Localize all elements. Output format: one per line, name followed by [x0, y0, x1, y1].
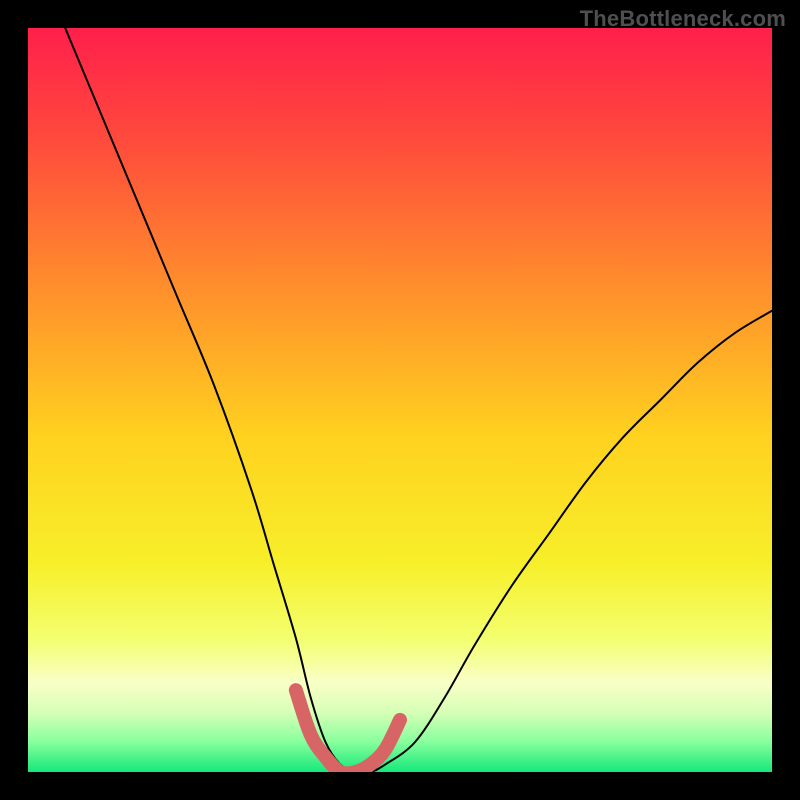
chart-plot-area	[28, 28, 772, 772]
chart-frame: TheBottleneck.com	[0, 0, 800, 800]
chart-svg	[28, 28, 772, 772]
